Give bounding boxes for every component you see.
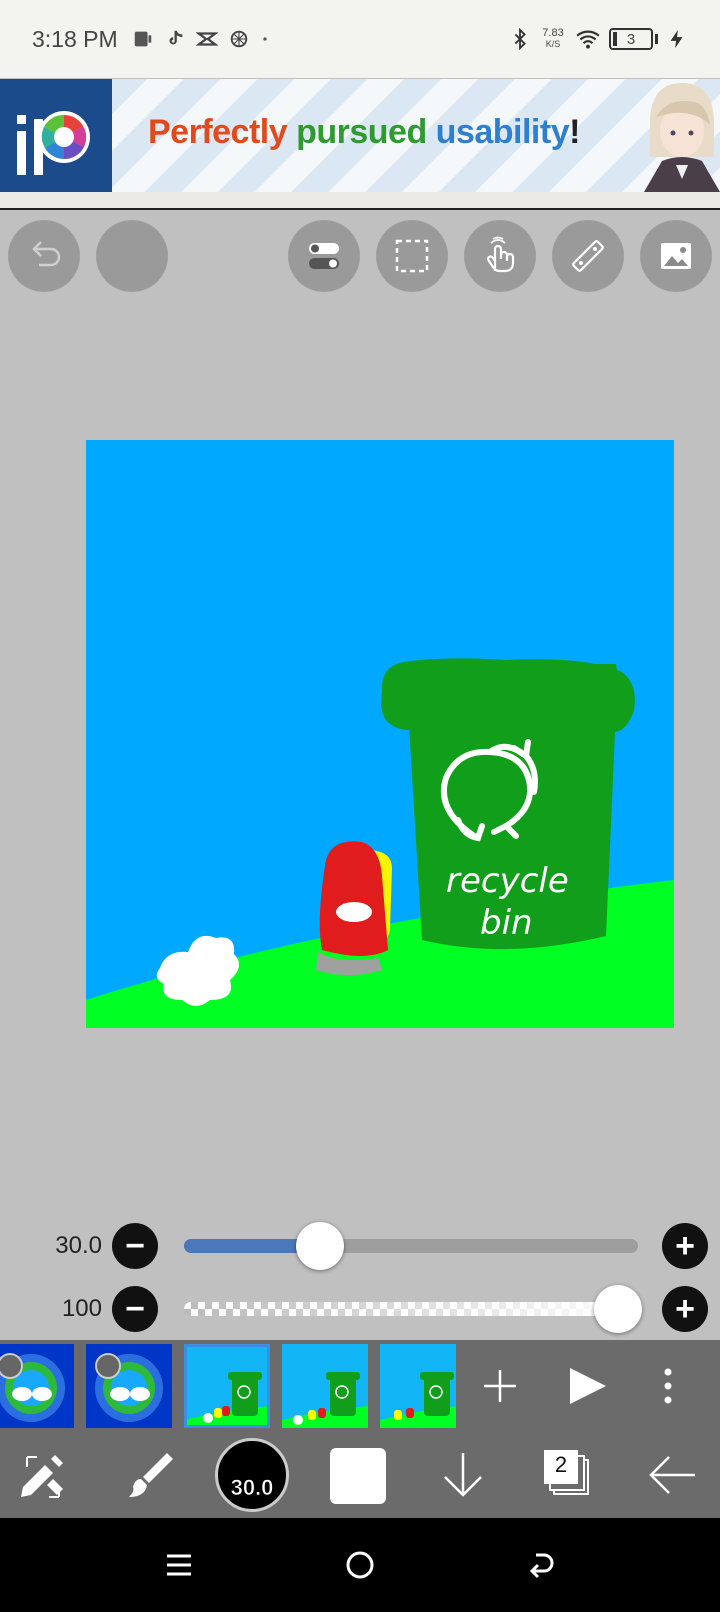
home-button[interactable] xyxy=(339,1544,381,1586)
system-back-button[interactable] xyxy=(520,1544,562,1586)
battery-icon: 3 xyxy=(609,28,653,50)
recycle-bin-lid xyxy=(381,658,635,733)
red-figure-visor xyxy=(336,902,372,922)
size-decrease-button[interactable]: − xyxy=(112,1223,158,1269)
play-animation-button[interactable] xyxy=(558,1358,614,1414)
home-icon xyxy=(346,1551,374,1579)
minus-icon: − xyxy=(125,1227,145,1265)
opacity-slider-row: 100 − + xyxy=(0,1283,720,1335)
animation-frames-strip xyxy=(0,1340,720,1432)
ad-character-illustration xyxy=(642,79,720,192)
red-figure xyxy=(319,841,388,956)
wifi-icon xyxy=(576,30,600,49)
frame-thumbnail[interactable] xyxy=(282,1344,368,1428)
selection-icon xyxy=(395,239,429,273)
brush-size-label: 30.0 xyxy=(230,1475,274,1501)
drawing-canvas[interactable]: recycle bin xyxy=(86,440,674,1028)
bin-label-line1: recycle xyxy=(446,861,569,901)
more-vertical-icon xyxy=(664,1368,672,1404)
opacity-slider-thumb[interactable] xyxy=(594,1285,642,1333)
ibispaint-logo-icon xyxy=(0,79,112,192)
banner-separator xyxy=(0,192,720,210)
add-frame-button[interactable] xyxy=(472,1358,528,1414)
opacity-slider[interactable] xyxy=(184,1302,638,1316)
reference-image-button[interactable] xyxy=(640,220,712,292)
brush-size-value: 30.0 xyxy=(55,1232,102,1259)
arrow-down-button[interactable] xyxy=(430,1442,496,1508)
brush-size-slider-thumb[interactable] xyxy=(296,1222,345,1270)
plus-icon: + xyxy=(675,1227,695,1265)
capcut-icon xyxy=(195,32,218,46)
net-speed: 7.83 K/S xyxy=(539,28,567,50)
brush-size-slider-row: 30.0 − + xyxy=(0,1220,720,1272)
plus-icon: + xyxy=(675,1290,695,1328)
frame-thumbnail[interactable] xyxy=(86,1344,172,1428)
opacity-decrease-button[interactable]: − xyxy=(112,1286,158,1332)
ruler-icon xyxy=(572,240,604,272)
color-swatch[interactable] xyxy=(330,1448,386,1504)
back-arrow-icon xyxy=(649,1456,695,1494)
bluetooth-icon xyxy=(514,28,526,50)
selection-button[interactable] xyxy=(376,220,448,292)
play-icon xyxy=(570,1368,606,1404)
bin-label-line2: bin xyxy=(480,903,533,943)
bottom-toolbar: 30.0 2 xyxy=(0,1432,720,1518)
status-time: 3:18 PM xyxy=(32,25,118,52)
opacity-slider-fill xyxy=(184,1302,638,1316)
ad-headline: Perfectly pursued usability! xyxy=(148,113,580,152)
frame-more-button[interactable] xyxy=(648,1358,688,1414)
hand-button[interactable] xyxy=(464,220,536,292)
status-right: 7.83 K/S 3 xyxy=(509,26,688,52)
ad-word-exclamation: ! xyxy=(569,113,580,151)
layers-button[interactable]: 2 xyxy=(540,1446,600,1506)
arrow-down-icon xyxy=(444,1453,482,1497)
net-speed-value: 7.83 xyxy=(542,27,564,39)
net-speed-unit: K/S xyxy=(545,39,561,49)
frame-thumbnail-active[interactable] xyxy=(184,1344,270,1428)
minus-icon: − xyxy=(125,1290,145,1328)
charging-icon xyxy=(670,29,683,49)
openai-icon xyxy=(230,30,247,48)
frame-thumbnail[interactable] xyxy=(380,1344,456,1428)
back-button[interactable] xyxy=(640,1442,706,1508)
hand-icon xyxy=(486,236,515,273)
ad-word-pursued: pursued xyxy=(296,113,427,151)
transform-tool-icon xyxy=(21,1455,63,1498)
battery-level: 3 xyxy=(626,30,636,48)
brush-size-slider[interactable] xyxy=(184,1239,638,1253)
plus-icon xyxy=(484,1370,516,1402)
recent-apps-button[interactable] xyxy=(158,1544,200,1586)
notification-icons xyxy=(132,28,270,50)
battery-tip xyxy=(655,34,658,44)
layers-count-label: 2 xyxy=(554,1452,568,1477)
transform-tool-button[interactable] xyxy=(10,1442,76,1508)
brush-tool-button[interactable] xyxy=(116,1442,182,1508)
undo-button[interactable] xyxy=(8,220,80,292)
opacity-increase-button[interactable]: + xyxy=(662,1286,708,1332)
tiktok-icon xyxy=(169,30,182,45)
brush-icon xyxy=(129,1453,173,1497)
canvas-drawing: recycle bin xyxy=(86,440,674,1028)
ad-word-perfectly: Perfectly xyxy=(148,113,288,151)
notification-icon xyxy=(134,31,151,47)
image-icon xyxy=(661,243,691,269)
brush-size-indicator[interactable]: 30.0 xyxy=(215,1438,289,1512)
ad-word-usability: usability xyxy=(435,113,570,151)
settings-toggle-button[interactable] xyxy=(288,220,360,292)
dot-icon xyxy=(262,37,267,41)
opacity-value: 100 xyxy=(61,1295,102,1322)
size-increase-button[interactable]: + xyxy=(662,1223,708,1269)
menu-icon xyxy=(167,1554,191,1576)
frame-thumbnail[interactable] xyxy=(0,1344,74,1428)
toggle-icon xyxy=(309,243,339,269)
undo-icon xyxy=(32,241,61,267)
system-navigation-bar xyxy=(0,1518,720,1612)
status-bar: 3:18 PM 7.83 K/S 3 xyxy=(0,0,720,78)
ad-banner[interactable]: Perfectly pursued usability! xyxy=(0,79,720,192)
ruler-button[interactable] xyxy=(552,220,624,292)
redo-button[interactable] xyxy=(96,220,168,292)
back-icon xyxy=(529,1553,554,1579)
